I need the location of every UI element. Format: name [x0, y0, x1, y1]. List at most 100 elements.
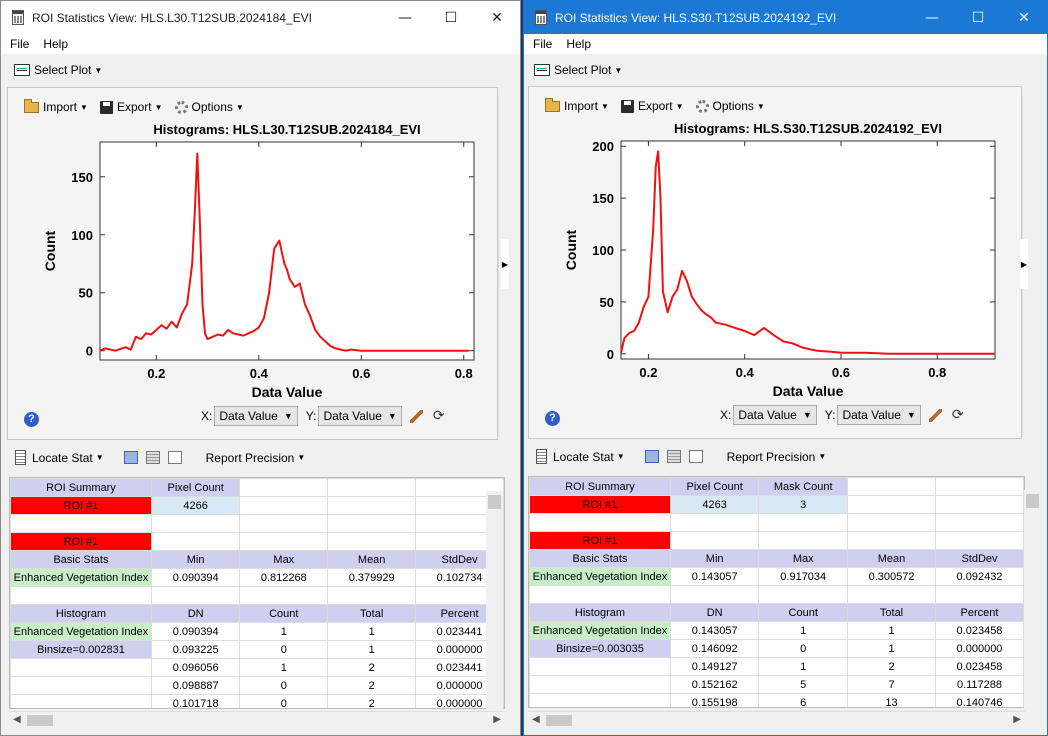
table-cell[interactable]	[150, 532, 241, 551]
table-cell[interactable]: 0.149127	[669, 657, 760, 676]
scroll-left-icon[interactable]: ◀	[532, 714, 540, 725]
row-label-cell[interactable]	[10, 694, 152, 708]
report-precision-button[interactable]: Report Precision	[727, 450, 816, 464]
minimize-button[interactable]: —	[909, 1, 955, 34]
row-label-cell[interactable]	[529, 693, 671, 707]
close-button[interactable]: ✕	[1001, 1, 1047, 34]
row-label-cell[interactable]	[10, 658, 152, 677]
stats-table[interactable]: ROI Summary Pixel Count ROI #1 4266 ROI #1 Ba…	[9, 477, 505, 709]
row-label-cell[interactable]	[10, 676, 152, 695]
collapse-arrow-icon[interactable]: ▶	[1020, 239, 1028, 289]
table-cell[interactable]: Percent	[935, 603, 1024, 622]
table-cell[interactable]	[935, 531, 1024, 550]
row-label-cell[interactable]	[529, 513, 671, 532]
locate-stat-button[interactable]: Locate Stat	[32, 451, 93, 465]
table-cell[interactable]: 2	[327, 658, 417, 677]
table-cell[interactable]: 0.023458	[935, 657, 1024, 676]
select-plot-button[interactable]: Select Plot ▼	[14, 63, 102, 77]
table-cell[interactable]: StdDev	[935, 549, 1024, 568]
table-view-icon[interactable]	[644, 450, 659, 463]
collapse-arrow-icon[interactable]: ▶	[501, 239, 509, 289]
table-cell[interactable]: Pixel Count	[150, 478, 241, 497]
row-label-cell[interactable]: ROI Summary	[529, 477, 671, 496]
row-label-cell[interactable]	[529, 675, 671, 694]
table-cell[interactable]: 3	[758, 495, 849, 514]
table-cell[interactable]	[327, 514, 417, 533]
table-cell[interactable]: Mean	[327, 550, 417, 569]
refresh-icon[interactable]: ⟳	[433, 408, 445, 424]
table-cell[interactable]: 1	[239, 658, 329, 677]
table-view-icon[interactable]	[123, 451, 138, 464]
select-plot-button[interactable]: Select Plot ▼	[534, 63, 622, 77]
table-cell[interactable]	[758, 585, 849, 604]
refresh-icon[interactable]: ⟳	[952, 407, 964, 423]
table-cell[interactable]: 0.143057	[669, 621, 760, 640]
table-vertical-scrollbar[interactable]	[486, 491, 503, 709]
maximize-button[interactable]: ☐	[955, 1, 1001, 34]
table-cell[interactable]	[758, 513, 849, 532]
table-cell[interactable]: 5	[758, 675, 849, 694]
table-cell[interactable]: 0.023458	[935, 621, 1024, 640]
brush-icon[interactable]	[928, 408, 942, 422]
row-label-cell[interactable]: ROI #1	[10, 532, 152, 551]
table-cell[interactable]	[847, 585, 936, 604]
menu-file[interactable]: File	[10, 37, 29, 51]
menu-help[interactable]: Help	[566, 37, 591, 51]
table-cell[interactable]: Mask Count	[758, 477, 849, 496]
table-cell[interactable]: 0.098887	[150, 676, 241, 695]
table-cell[interactable]: 0	[239, 676, 329, 695]
table-cell[interactable]: DN	[150, 604, 241, 623]
row-label-cell[interactable]: Binsize=0.002831	[10, 640, 152, 659]
table-horizontal-scrollbar[interactable]: ◀ ▶	[528, 711, 1025, 728]
table-cell[interactable]: 0.090394	[150, 568, 241, 587]
report-precision-button[interactable]: Report Precision	[206, 451, 295, 465]
table-cell[interactable]: DN	[669, 603, 760, 622]
table-cell[interactable]: Max	[239, 550, 329, 569]
row-label-cell[interactable]: ROI #1	[10, 496, 152, 515]
table-cell[interactable]: 1	[847, 621, 936, 640]
y-axis-select[interactable]: Data Value ▼	[837, 405, 921, 425]
table-cell[interactable]: 0.143057	[669, 567, 760, 586]
histogram-chart[interactable]: Histograms: HLS.L30.T12SUB.2024184_EVI 0.…	[8, 88, 499, 398]
table-cell[interactable]	[239, 532, 329, 551]
row-label-cell[interactable]: Histogram	[10, 604, 152, 623]
table-cell[interactable]: 0.379929	[327, 568, 417, 587]
table-cell[interactable]	[150, 586, 241, 605]
table-cell[interactable]: 0.300572	[847, 567, 936, 586]
row-label-cell[interactable]: Enhanced Vegetation Index	[10, 622, 152, 641]
table-cell[interactable]: Max	[758, 549, 849, 568]
maximize-button[interactable]: ☐	[428, 1, 474, 34]
minimize-button[interactable]: —	[382, 1, 428, 34]
table-cell[interactable]: 0	[239, 694, 329, 708]
table-cell[interactable]: 0.155198	[669, 693, 760, 707]
menu-file[interactable]: File	[533, 37, 552, 51]
table-cell[interactable]: 0.140746	[935, 693, 1024, 707]
table-cell[interactable]: Min	[669, 549, 760, 568]
grid-view-icon[interactable]	[666, 450, 681, 463]
table-cell[interactable]: Mean	[847, 549, 936, 568]
table-cell[interactable]	[327, 496, 417, 515]
table-cell[interactable]	[669, 513, 760, 532]
title-bar[interactable]: ROI Statistics View: HLS.S30.T12SUB.2024…	[524, 1, 1047, 34]
table-cell[interactable]	[669, 531, 760, 550]
table-cell[interactable]	[327, 532, 417, 551]
stats-table[interactable]: ROI Summary Pixel Count Mask Count ROI #1 42…	[528, 476, 1025, 708]
locate-stat-button[interactable]: Locate Stat	[553, 450, 614, 464]
table-cell[interactable]	[935, 477, 1024, 496]
table-cell[interactable]: 13	[847, 693, 936, 707]
table-cell[interactable]	[669, 585, 760, 604]
table-cell[interactable]: Min	[150, 550, 241, 569]
table-cell[interactable]: 0.096056	[150, 658, 241, 677]
copy-icon[interactable]	[167, 451, 182, 464]
row-label-cell[interactable]	[10, 586, 152, 605]
table-cell[interactable]: 0.093225	[150, 640, 241, 659]
histogram-chart[interactable]: Histograms: HLS.S30.T12SUB.2024192_EVI 0.…	[529, 87, 1023, 397]
table-cell[interactable]: 2	[847, 657, 936, 676]
row-label-cell[interactable]: Enhanced Vegetation Index	[529, 621, 671, 640]
table-cell[interactable]: Pixel Count	[669, 477, 760, 496]
row-label-cell[interactable]: Enhanced Vegetation Index	[529, 567, 671, 586]
row-label-cell[interactable]: Basic Stats	[10, 550, 152, 569]
table-cell[interactable]: 0.812268	[239, 568, 329, 587]
help-icon[interactable]: ?	[545, 411, 560, 426]
table-cell[interactable]: 1	[758, 621, 849, 640]
